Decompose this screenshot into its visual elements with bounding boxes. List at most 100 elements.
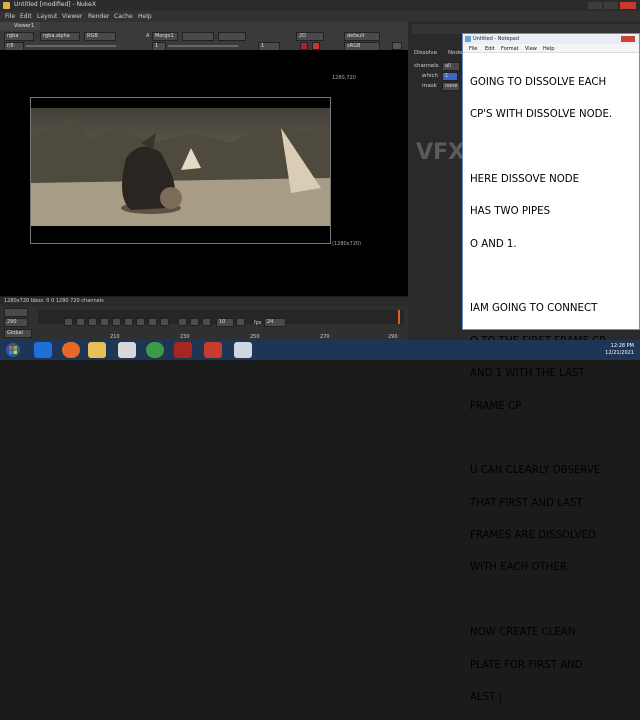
tab-viewer1[interactable]: Viewer1 xyxy=(0,22,40,30)
step-back-icon[interactable] xyxy=(88,318,97,326)
notepad-line: O AND 1. xyxy=(470,238,517,250)
loop-icon[interactable] xyxy=(178,318,187,326)
settings-icon[interactable] xyxy=(392,42,402,50)
file-explorer-icon[interactable] xyxy=(88,342,106,358)
notepad-menu-help[interactable]: Help xyxy=(543,46,554,52)
lut-dropdown[interactable]: default xyxy=(344,32,380,41)
taskbar: 12:28 PM 12/21/2021 xyxy=(0,340,640,360)
notepad-app-icon xyxy=(465,36,471,42)
menu-bar: File Edit Layout Viewer Render Cache Hel… xyxy=(0,11,640,22)
stop-icon[interactable] xyxy=(312,42,320,50)
notepad-menu-view[interactable]: View xyxy=(525,46,537,52)
minimize-button[interactable] xyxy=(588,2,602,9)
notepad-menu-bar: File Edit Format View Help xyxy=(463,44,639,53)
mode-dropdown[interactable]: 2D xyxy=(296,32,324,41)
channels-label: channels xyxy=(414,63,439,69)
viewer-status: 1280x720 bbox: 0 0 1280 720 channels xyxy=(0,297,408,306)
notepad-close-button[interactable] xyxy=(621,36,635,42)
step-forward-icon[interactable] xyxy=(136,318,145,326)
maximize-button[interactable] xyxy=(604,2,618,9)
notepad-window[interactable]: Untitled - Notepad File Edit Format View… xyxy=(462,33,640,703)
record-icon[interactable] xyxy=(300,42,308,50)
notepad-menu-file[interactable]: File xyxy=(469,46,477,52)
playhead-marker[interactable] xyxy=(398,310,400,324)
menu-help[interactable]: Help xyxy=(138,13,152,20)
play-backward-icon[interactable] xyxy=(100,318,109,326)
menu-cache[interactable]: Cache xyxy=(114,13,133,20)
next-keyframe-icon[interactable] xyxy=(148,318,157,326)
watermark-text: VFX xyxy=(416,140,466,165)
notepad-line: AND 1 WITH THE LAST xyxy=(470,368,585,380)
window-title: Untitled [modified] - NukeX xyxy=(14,1,96,8)
menu-layout[interactable]: Layout xyxy=(37,13,57,20)
step-size-down-icon[interactable] xyxy=(202,318,211,326)
fps-field[interactable]: 24 xyxy=(264,318,286,327)
menu-render[interactable]: Render xyxy=(88,13,109,20)
app-red-icon[interactable] xyxy=(174,342,192,358)
windows-logo-icon xyxy=(6,343,20,357)
channels-dropdown[interactable]: rgba xyxy=(4,32,34,41)
viewer-toolbar: Viewer1 rgba rgba.alpha RGB A Morgo1 2D … xyxy=(0,22,408,51)
notepad-line: NOW CREATE CLEAN xyxy=(470,627,576,639)
notepad-line: CP'S WITH DISSOLVE NODE. xyxy=(470,108,613,120)
stop-playback-icon[interactable] xyxy=(112,318,121,326)
frame-range-field[interactable] xyxy=(4,308,28,317)
play-forward-icon[interactable] xyxy=(124,318,133,326)
tab-dissolve[interactable]: Dissolve xyxy=(414,50,437,56)
viewer-corner-top-right: 1280,720 xyxy=(332,75,356,81)
step-size-field[interactable]: 10 xyxy=(216,318,234,327)
input-a-label: A xyxy=(146,33,150,39)
system-tray-icons[interactable] xyxy=(560,345,600,355)
firefox-icon[interactable] xyxy=(62,342,80,358)
gain-slider[interactable] xyxy=(26,45,116,47)
tab-node[interactable]: Node xyxy=(448,50,462,56)
notepad-menu-edit[interactable]: Edit xyxy=(485,46,495,52)
layer-dropdown[interactable]: rgba.alpha xyxy=(40,32,80,41)
colorspace-dropdown[interactable]: RGB xyxy=(84,32,116,41)
wipe-dropdown[interactable] xyxy=(218,32,246,41)
video-frame xyxy=(30,97,331,244)
input-b-dropdown[interactable] xyxy=(182,32,214,41)
notepad-line: FRAME CP. xyxy=(470,400,523,412)
menu-edit[interactable]: Edit xyxy=(20,13,32,20)
mask-dropdown[interactable]: none xyxy=(442,82,460,91)
notepad-line: HERE DISSOVE NODE xyxy=(470,173,580,185)
clock-date: 12/21/2021 xyxy=(605,350,634,356)
input-a-dropdown[interactable]: Morgo1 xyxy=(152,32,178,41)
taskbar-clock[interactable]: 12:28 PM 12/21/2021 xyxy=(605,343,634,357)
notepad-line: GOING TO DISSOLVE EACH xyxy=(470,76,607,88)
notepad-line: ALST | xyxy=(470,692,503,704)
internet-explorer-icon[interactable] xyxy=(34,342,52,358)
app-c-icon[interactable] xyxy=(204,342,222,358)
skip-to-end-icon[interactable] xyxy=(160,318,169,326)
menu-file[interactable]: File xyxy=(5,13,15,20)
start-icon[interactable] xyxy=(4,342,22,358)
which-field[interactable]: 1 xyxy=(442,72,458,81)
notepad-line xyxy=(470,142,635,153)
close-button[interactable] xyxy=(620,2,636,9)
title-bar: Untitled [modified] - NukeX xyxy=(0,0,640,11)
which-label: which xyxy=(422,73,439,79)
range-mode-dropdown[interactable]: Global xyxy=(4,329,32,338)
viewer-corner-bottom-right: (1280x720) xyxy=(332,241,362,247)
video-frame-image xyxy=(31,98,330,243)
notepad-title: Untitled - Notepad xyxy=(463,34,639,44)
chrome-icon[interactable] xyxy=(146,342,164,358)
bookmark-icon[interactable] xyxy=(190,318,199,326)
current-frame-field[interactable]: 290 xyxy=(4,318,28,327)
previous-keyframe-icon[interactable] xyxy=(76,318,85,326)
notepad-taskbar-icon[interactable] xyxy=(118,342,136,358)
app-window-icon[interactable] xyxy=(234,342,252,358)
dissolve-channels-dropdown[interactable]: all xyxy=(442,62,460,71)
notepad-text-area[interactable]: GOING TO DISSOLVE EACH CP'S WITH DISSOLV… xyxy=(470,56,635,720)
skip-to-start-icon[interactable] xyxy=(64,318,73,326)
clock-time: 12:28 PM xyxy=(610,343,634,349)
notepad-line: HAS TWO PIPES xyxy=(470,206,551,218)
notepad-menu-format[interactable]: Format xyxy=(501,46,519,52)
menu-viewer[interactable]: Viewer xyxy=(62,13,82,20)
gamma-slider[interactable] xyxy=(168,45,238,47)
notepad-line: IAM GOING TO CONNECT xyxy=(470,303,598,315)
step-size-up-icon[interactable] xyxy=(236,318,245,326)
notepad-line: THAT FIRST AND LAST xyxy=(470,497,583,509)
timeline-panel: Global 210 230 250 270 290 290 10 fps 24 xyxy=(0,306,408,340)
